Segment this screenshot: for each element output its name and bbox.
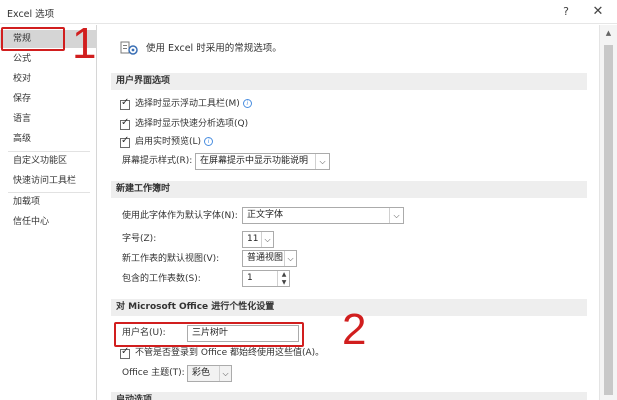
sidebar-item-save[interactable]: 保存: [13, 90, 31, 108]
spin-down-icon[interactable]: ▼: [278, 279, 290, 286]
vertical-scrollbar[interactable]: ▲: [599, 25, 617, 400]
chevron-down-icon: ⌵: [389, 208, 403, 223]
sheet-count-spinner[interactable]: ▲ ▼: [277, 271, 289, 286]
sidebar-item-trust-center[interactable]: 信任中心: [13, 213, 49, 231]
sheet-count-label: 包含的工作表数(S):: [122, 274, 201, 284]
sidebar-item-add-ins[interactable]: 加载项: [13, 193, 40, 211]
screentip-select[interactable]: 在屏幕提示中显示功能说明 ⌵: [195, 153, 330, 170]
default-view-select[interactable]: 普通视图 ⌵: [242, 250, 297, 267]
info-icon[interactable]: i: [204, 137, 214, 146]
office-theme-value: 彩色: [192, 368, 211, 378]
quick-analysis-checkbox[interactable]: [120, 117, 130, 130]
sheet-count-stepper[interactable]: 1 ▲ ▼: [242, 270, 290, 287]
font-size-select[interactable]: 11 ⌵: [242, 231, 274, 248]
chevron-down-icon: ⌵: [315, 154, 329, 169]
live-preview-checkbox[interactable]: [120, 135, 130, 148]
font-size-label: 字号(Z):: [122, 234, 157, 244]
sidebar-item-advanced[interactable]: 高级: [13, 130, 31, 148]
general-options-icon: [120, 41, 138, 55]
annotation-marker-1: 1: [72, 19, 97, 68]
close-icon[interactable]: ✕: [588, 2, 608, 22]
mini-toolbar-label: 选择时显示浮动工具栏(M): [135, 99, 240, 109]
intro-text: 使用 Excel 时采用的常规选项。: [146, 43, 282, 54]
chevron-down-icon: ⌵: [219, 366, 231, 381]
sidebar-item-formulas[interactable]: 公式: [13, 50, 31, 68]
default-font-value: 正文字体: [247, 210, 284, 220]
always-use-checkbox[interactable]: [120, 346, 130, 359]
help-icon[interactable]: ?: [556, 2, 576, 22]
quick-analysis-label: 选择时显示快速分析选项(Q): [135, 119, 249, 129]
info-icon[interactable]: i: [242, 99, 252, 108]
always-use-label: 不管是否登录到 Office 都始终使用这些值(A)。: [135, 348, 325, 358]
section-new-workbook: 新建工作簿时: [111, 181, 587, 198]
annotation-marker-2: 2: [342, 305, 367, 354]
chevron-down-icon: ⌵: [261, 232, 273, 247]
font-size-value: 11: [247, 234, 259, 244]
live-preview-label: 启用实时预览(L): [135, 137, 202, 147]
screentip-value: 在屏幕提示中显示功能说明: [200, 156, 309, 166]
sidebar-item-proofing[interactable]: 校对: [13, 70, 31, 88]
options-sidebar: 常规 公式 校对 保存 语言 高级 自定义功能区 快速访问工具栏 加载项 信任中…: [0, 25, 97, 400]
username-label: 用户名(U):: [122, 328, 166, 338]
default-font-label: 使用此字体作为默认字体(N):: [122, 211, 238, 221]
window-title: Excel 选项: [7, 9, 55, 20]
sidebar-item-language[interactable]: 语言: [13, 110, 31, 128]
sidebar-item-quick-access-toolbar[interactable]: 快速访问工具栏: [13, 172, 76, 190]
sidebar-item-customize-ribbon[interactable]: 自定义功能区: [13, 152, 67, 170]
chevron-down-icon: ⌵: [284, 251, 296, 266]
section-startup: 启动选项: [111, 392, 587, 400]
mini-toolbar-checkbox[interactable]: [120, 97, 130, 110]
default-view-label: 新工作表的默认视图(V):: [122, 254, 220, 264]
scroll-up-icon[interactable]: ▲: [600, 29, 617, 41]
spin-up-icon[interactable]: ▲: [278, 271, 290, 278]
office-theme-select[interactable]: 彩色 ⌵: [187, 365, 232, 382]
default-view-value: 普通视图: [247, 253, 284, 263]
username-value: 三片树叶: [192, 328, 229, 338]
screentip-label: 屏幕提示样式(R):: [122, 156, 193, 166]
section-ui-options: 用户界面选项: [111, 73, 587, 90]
sheet-count-value: 1: [247, 273, 253, 283]
live-preview-row: 启用实时预览(L) i: [135, 134, 214, 151]
office-theme-label: Office 主题(T):: [122, 368, 185, 378]
scrollbar-thumb[interactable]: [604, 45, 613, 395]
username-field[interactable]: 三片树叶: [187, 325, 299, 342]
default-font-select[interactable]: 正文字体 ⌵: [242, 207, 404, 224]
mini-toolbar-row: 选择时显示浮动工具栏(M) i: [135, 96, 252, 113]
